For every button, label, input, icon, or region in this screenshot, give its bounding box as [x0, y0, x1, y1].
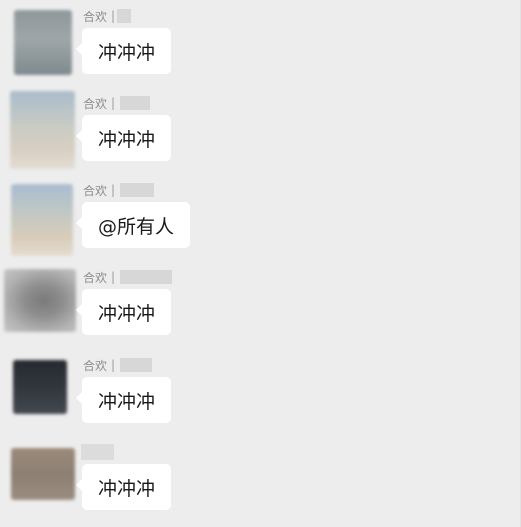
- avatar[interactable]: [13, 360, 67, 414]
- chat-message-list: 合欢 | 冲冲冲 合欢 | 冲冲冲 合欢 | @所有人 合欢 | 冲冲冲 合欢 …: [0, 0, 521, 527]
- sender-nickname: 合欢: [83, 9, 108, 24]
- sender-separator: |: [111, 358, 116, 372]
- message-bubble[interactable]: 冲冲冲: [75, 464, 172, 510]
- message-bubble[interactable]: 冲冲冲: [75, 377, 172, 423]
- message-bubble[interactable]: 冲冲冲: [75, 28, 172, 74]
- redacted-name: [81, 444, 114, 460]
- sender-nickname: 合欢: [83, 183, 108, 198]
- avatar[interactable]: [14, 10, 72, 75]
- sender-name: 合欢 |: [83, 269, 173, 285]
- sender-name: 合欢 |: [83, 357, 153, 373]
- redacted-name: [120, 270, 173, 284]
- sender-nickname: 合欢: [83, 96, 108, 111]
- sender-nickname: 合欢: [83, 358, 108, 373]
- avatar[interactable]: [10, 91, 75, 169]
- sender-separator: |: [111, 183, 116, 197]
- sender-name: [81, 444, 114, 460]
- sender-name: 合欢 |: [83, 95, 151, 111]
- redacted-name: [117, 9, 132, 23]
- sender-separator: |: [111, 270, 116, 284]
- sender-separator: |: [111, 96, 116, 110]
- sender-nickname: 合欢: [83, 270, 108, 285]
- message-bubble[interactable]: 冲冲冲: [75, 115, 172, 161]
- avatar[interactable]: [11, 184, 73, 256]
- avatar[interactable]: [11, 448, 75, 500]
- redacted-name: [120, 358, 153, 372]
- message-bubble[interactable]: 冲冲冲: [75, 289, 172, 335]
- sender-separator: |: [111, 9, 116, 23]
- sender-name: 合欢 |: [83, 8, 132, 24]
- redacted-name: [120, 96, 151, 110]
- avatar[interactable]: [4, 269, 76, 332]
- message-bubble[interactable]: @所有人: [75, 202, 191, 248]
- redacted-name: [120, 183, 155, 197]
- sender-name: 合欢 |: [83, 182, 155, 198]
